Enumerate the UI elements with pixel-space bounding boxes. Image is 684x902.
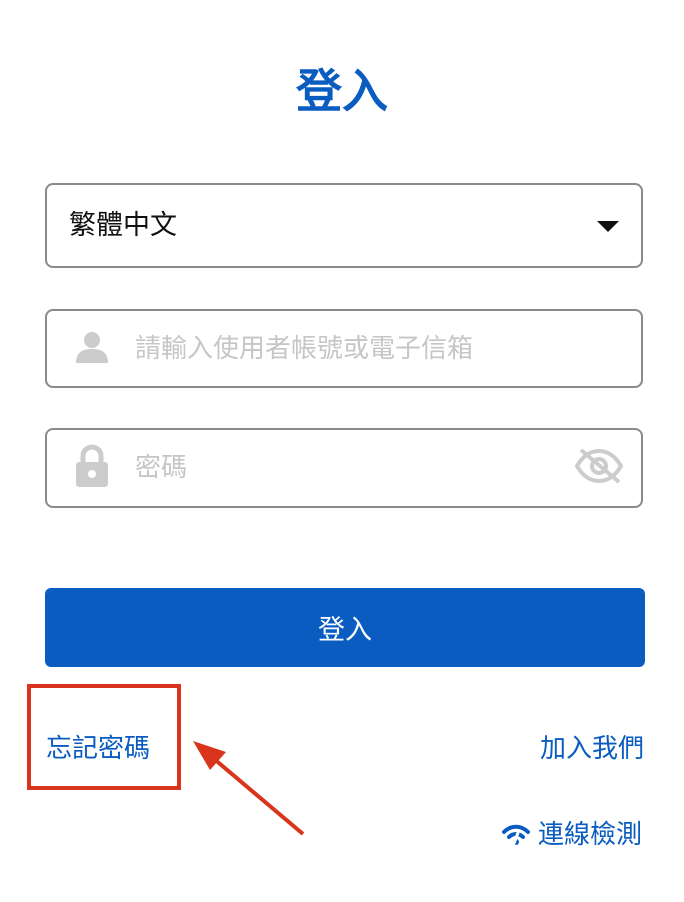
language-select-value: 繁體中文 — [69, 210, 177, 241]
user-icon — [75, 330, 109, 368]
password-field[interactable] — [45, 428, 643, 508]
caret-down-icon — [597, 221, 619, 232]
username-input[interactable] — [135, 311, 555, 386]
lock-icon — [75, 444, 109, 492]
connection-check-link[interactable]: 連線檢測 — [501, 817, 642, 853]
join-us-link[interactable]: 加入我們 — [540, 731, 644, 767]
username-field[interactable] — [45, 309, 643, 388]
signal-icon — [501, 824, 530, 847]
password-input[interactable] — [135, 430, 555, 506]
annotation-highlight-box — [27, 684, 181, 790]
login-button[interactable]: 登入 — [45, 588, 645, 667]
eye-slash-icon[interactable] — [574, 448, 624, 488]
connection-check-label: 連線檢測 — [537, 820, 642, 850]
page-title: 登入 — [296, 64, 388, 118]
language-select[interactable]: 繁體中文 — [45, 183, 643, 268]
